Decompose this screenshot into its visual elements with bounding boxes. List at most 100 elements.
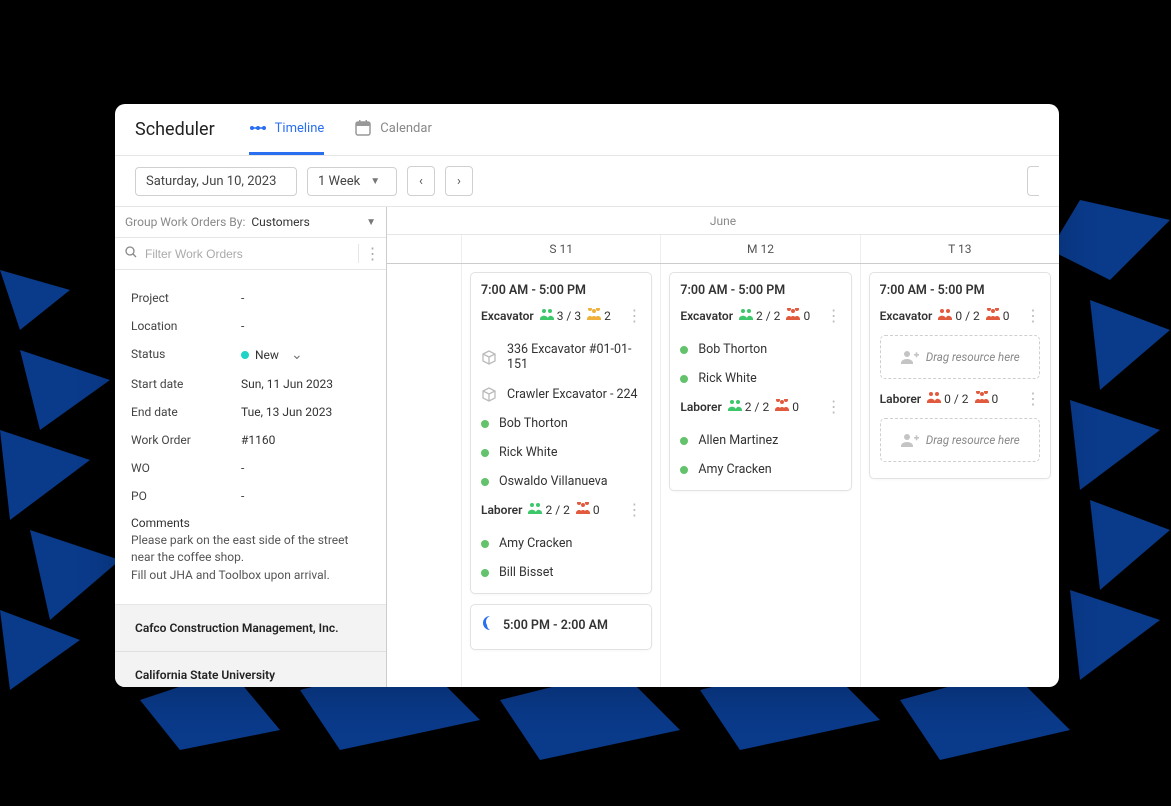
people-count: 2 / 2 bbox=[528, 503, 569, 517]
sidebar-options-button[interactable]: ⋮ bbox=[358, 244, 386, 263]
people-icon bbox=[528, 503, 542, 517]
tab-timeline[interactable]: Timeline bbox=[249, 104, 325, 155]
day-header: S 11 bbox=[461, 235, 660, 263]
role-options-button[interactable]: ⋮ bbox=[826, 306, 841, 325]
drop-zone[interactable]: Drag resource here bbox=[880, 418, 1040, 462]
resource-line[interactable]: Crawler Excavator - 224 bbox=[481, 379, 641, 409]
detail-label: Status bbox=[131, 347, 241, 363]
detail-value[interactable]: New⌄ bbox=[241, 347, 303, 363]
detail-label: End date bbox=[131, 405, 241, 419]
sidebar: Group Work Orders By: Customers ▼ ⋮ Proj… bbox=[115, 207, 387, 687]
detail-value-text: - bbox=[241, 291, 244, 305]
role-options-button[interactable]: ⋮ bbox=[1025, 306, 1040, 325]
customer-row[interactable]: California State University bbox=[115, 651, 386, 687]
equipment-icon bbox=[975, 391, 989, 406]
resource-name: Oswaldo Villanueva bbox=[499, 474, 608, 489]
resource-line[interactable]: Oswaldo Villanueva bbox=[481, 467, 641, 496]
search-box bbox=[115, 238, 358, 269]
detail-value: #1160 bbox=[241, 433, 275, 447]
equipment-count-text: 0 bbox=[803, 309, 810, 323]
day-column: 7:00 AM - 5:00 PMExcavator2 / 20⋮Bob Tho… bbox=[660, 264, 859, 687]
status-dot-icon bbox=[680, 466, 688, 474]
status-dot-icon bbox=[481, 478, 489, 486]
equipment-icon bbox=[587, 308, 601, 323]
day-column bbox=[387, 264, 461, 687]
job-time: 7:00 AM - 5:00 PM bbox=[680, 283, 840, 298]
resource-line[interactable]: Bob Thorton bbox=[481, 409, 641, 438]
groupby-label: Group Work Orders By: bbox=[125, 215, 245, 229]
detail-label: Project bbox=[131, 291, 241, 305]
prev-button[interactable]: ‹ bbox=[407, 166, 435, 196]
equipment-count-text: 0 bbox=[992, 392, 999, 406]
cutoff-control[interactable] bbox=[1027, 166, 1039, 196]
job-time-text: 7:00 AM - 5:00 PM bbox=[680, 283, 785, 298]
equipment-count-text: 0 bbox=[1003, 309, 1010, 323]
date-picker[interactable]: Saturday, Jun 10, 2023 bbox=[135, 167, 297, 196]
role-options-button[interactable]: ⋮ bbox=[1025, 389, 1040, 408]
kebab-icon: ⋮ bbox=[365, 244, 381, 263]
search-input[interactable] bbox=[145, 247, 348, 261]
equipment-icon bbox=[986, 308, 1000, 323]
resource-line[interactable]: Allen Martinez bbox=[680, 426, 840, 455]
job-time: 7:00 AM - 5:00 PM bbox=[880, 283, 1040, 298]
box-icon bbox=[481, 386, 497, 402]
comments-label: Comments bbox=[131, 510, 370, 532]
people-icon bbox=[927, 392, 941, 406]
detail-value: - bbox=[241, 319, 244, 333]
people-count-text: 2 / 2 bbox=[745, 400, 769, 414]
status-dot-icon bbox=[680, 346, 688, 354]
detail-label: Start date bbox=[131, 377, 241, 391]
next-button[interactable]: › bbox=[445, 166, 473, 196]
status-dot-icon bbox=[680, 437, 688, 445]
role-options-button[interactable]: ⋮ bbox=[626, 500, 641, 519]
people-icon bbox=[938, 309, 952, 323]
groupby-dropdown[interactable]: Group Work Orders By: Customers ▼ bbox=[115, 207, 386, 238]
status-dot-icon bbox=[481, 569, 489, 577]
resource-name: Crawler Excavator - 224 bbox=[507, 387, 638, 402]
role-options-button[interactable]: ⋮ bbox=[626, 306, 641, 325]
status-dot-icon bbox=[481, 449, 489, 457]
moon-icon bbox=[481, 615, 497, 635]
job-time-text: 5:00 PM - 2:00 AM bbox=[503, 618, 608, 633]
groupby-value: Customers bbox=[251, 215, 309, 229]
equipment-count: 2 bbox=[587, 308, 611, 323]
equipment-count: 0 bbox=[786, 308, 810, 323]
tabs: Timeline Calendar bbox=[249, 104, 432, 155]
people-count-text: 2 / 2 bbox=[756, 309, 780, 323]
job-card[interactable]: 5:00 PM - 2:00 AM bbox=[470, 604, 652, 650]
app-window: Scheduler Timeline Calendar Saturday, Ju… bbox=[115, 104, 1059, 687]
equipment-count: 0 bbox=[975, 391, 999, 406]
day-header-row: S 11 M 12 T 13 bbox=[387, 235, 1059, 264]
resource-line[interactable]: Amy Cracken bbox=[481, 529, 641, 558]
job-card[interactable]: 7:00 AM - 5:00 PMExcavator3 / 32⋮336 Exc… bbox=[470, 272, 652, 594]
detail-value: - bbox=[241, 461, 244, 475]
status-dot-icon bbox=[241, 351, 249, 359]
resource-line[interactable]: Bill Bisset bbox=[481, 558, 641, 587]
tab-calendar[interactable]: Calendar bbox=[354, 104, 432, 155]
resource-line[interactable]: 336 Excavator #01-01-151 bbox=[481, 335, 641, 379]
comments-body: Please park on the east side of the stre… bbox=[131, 532, 370, 594]
resource-line[interactable]: Rick White bbox=[481, 438, 641, 467]
resource-line[interactable]: Bob Thorton bbox=[680, 335, 840, 364]
day-header: T 13 bbox=[860, 235, 1059, 263]
customer-row[interactable]: Cafco Construction Management, Inc. bbox=[115, 604, 386, 651]
job-card[interactable]: 7:00 AM - 5:00 PMExcavator2 / 20⋮Bob Tho… bbox=[669, 272, 851, 491]
role-options-button[interactable]: ⋮ bbox=[826, 397, 841, 416]
equipment-count-text: 0 bbox=[593, 503, 600, 517]
resource-line[interactable]: Rick White bbox=[680, 364, 840, 393]
month-label: June bbox=[387, 207, 1059, 235]
equipment-count-text: 2 bbox=[604, 309, 611, 323]
resource-line[interactable]: Amy Cracken bbox=[680, 455, 840, 484]
people-count: 3 / 3 bbox=[540, 309, 581, 323]
resource-name: 336 Excavator #01-01-151 bbox=[507, 342, 641, 372]
drop-zone[interactable]: Drag resource here bbox=[880, 335, 1040, 379]
calendar-area: June S 11 M 12 T 13 7:00 AM - 5:00 PMExc… bbox=[387, 207, 1059, 687]
range-dropdown[interactable]: 1 Week ▼ bbox=[307, 167, 397, 196]
detail-row: StatusNew⌄ bbox=[131, 340, 370, 370]
equipment-icon bbox=[786, 308, 800, 323]
detail-value-text: #1160 bbox=[241, 433, 275, 447]
role-line: Excavator0 / 20⋮ bbox=[880, 306, 1040, 325]
job-card[interactable]: 7:00 AM - 5:00 PMExcavator0 / 20⋮Drag re… bbox=[869, 272, 1051, 479]
drop-zone-text: Drag resource here bbox=[926, 350, 1020, 364]
resource-name: Amy Cracken bbox=[698, 462, 771, 477]
